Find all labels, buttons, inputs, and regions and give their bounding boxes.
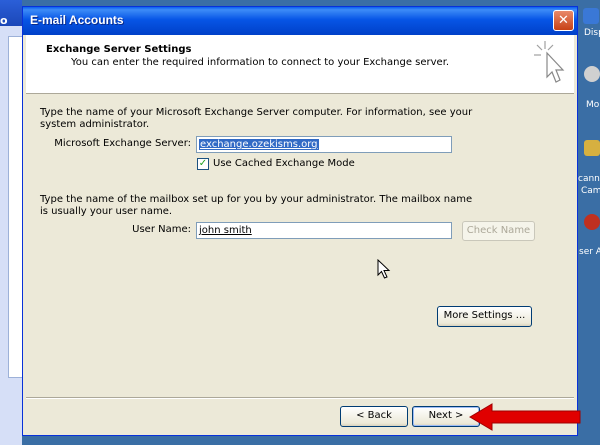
exchange-server-value: exchange.ozekisms.org (199, 139, 319, 150)
desktop-bottom (22, 436, 578, 445)
checkmark-icon: ✓ (198, 158, 208, 169)
display-icon[interactable] (583, 8, 599, 24)
check-name-button[interactable]: Check Name (462, 221, 535, 241)
user-name-input[interactable]: john smith (196, 222, 452, 239)
mailbox-instruction: Type the name of the mailbox set up for … (40, 194, 472, 218)
dialog-title: E-mail Accounts (30, 13, 124, 27)
server-label: Microsoft Exchange Server: (54, 138, 191, 149)
wizard-header: Exchange Server Settings You can enter t… (26, 35, 574, 94)
server-instruction-line: system administrator. (40, 119, 150, 130)
close-icon: ✕ (558, 13, 569, 28)
close-button[interactable]: ✕ (553, 10, 574, 31)
cached-mode-checkbox[interactable]: ✓ (197, 158, 209, 170)
page-subtitle: You can enter the required information t… (71, 57, 450, 68)
exchange-server-input[interactable]: exchange.ozekisms.org (196, 136, 452, 153)
cached-mode-label[interactable]: Use Cached Exchange Mode (213, 158, 355, 170)
user-name-label: User Name: (132, 224, 191, 235)
email-accounts-dialog: E-mail Accounts ✕ Exchange Server Settin… (22, 6, 578, 436)
desktop-icon-label: ser A (579, 247, 600, 257)
mouse-icon[interactable] (584, 66, 600, 82)
desktop-icon-label: canne (578, 174, 600, 184)
more-settings-button[interactable]: More Settings ... (437, 306, 532, 327)
mailbox-instruction-line: is usually your user name. (40, 206, 173, 217)
wizard-cursor-icon (534, 41, 565, 83)
desktop-icon-label: Cam (581, 186, 600, 196)
user-accounts-icon[interactable] (584, 214, 600, 230)
dialog-titlebar[interactable]: E-mail Accounts ✕ (23, 7, 577, 35)
back-button[interactable]: < Back (340, 406, 408, 427)
page-title: Exchange Server Settings (46, 44, 192, 55)
server-instruction: Type the name of your Microsoft Exchange… (40, 107, 472, 131)
scanner-icon[interactable] (584, 140, 600, 156)
red-arrow-icon (469, 403, 581, 431)
mailbox-instruction-line: Type the name of the mailbox set up for … (40, 194, 473, 205)
user-name-value: john smith (199, 225, 252, 236)
background-window-label: o (0, 14, 8, 27)
bottom-separator (26, 397, 574, 399)
desktop-icon-label: Disp (584, 28, 600, 38)
desktop-icon-label: Mo (586, 100, 600, 110)
mouse-cursor-icon (377, 259, 391, 279)
server-instruction-line: Type the name of your Microsoft Exchange… (40, 107, 473, 118)
